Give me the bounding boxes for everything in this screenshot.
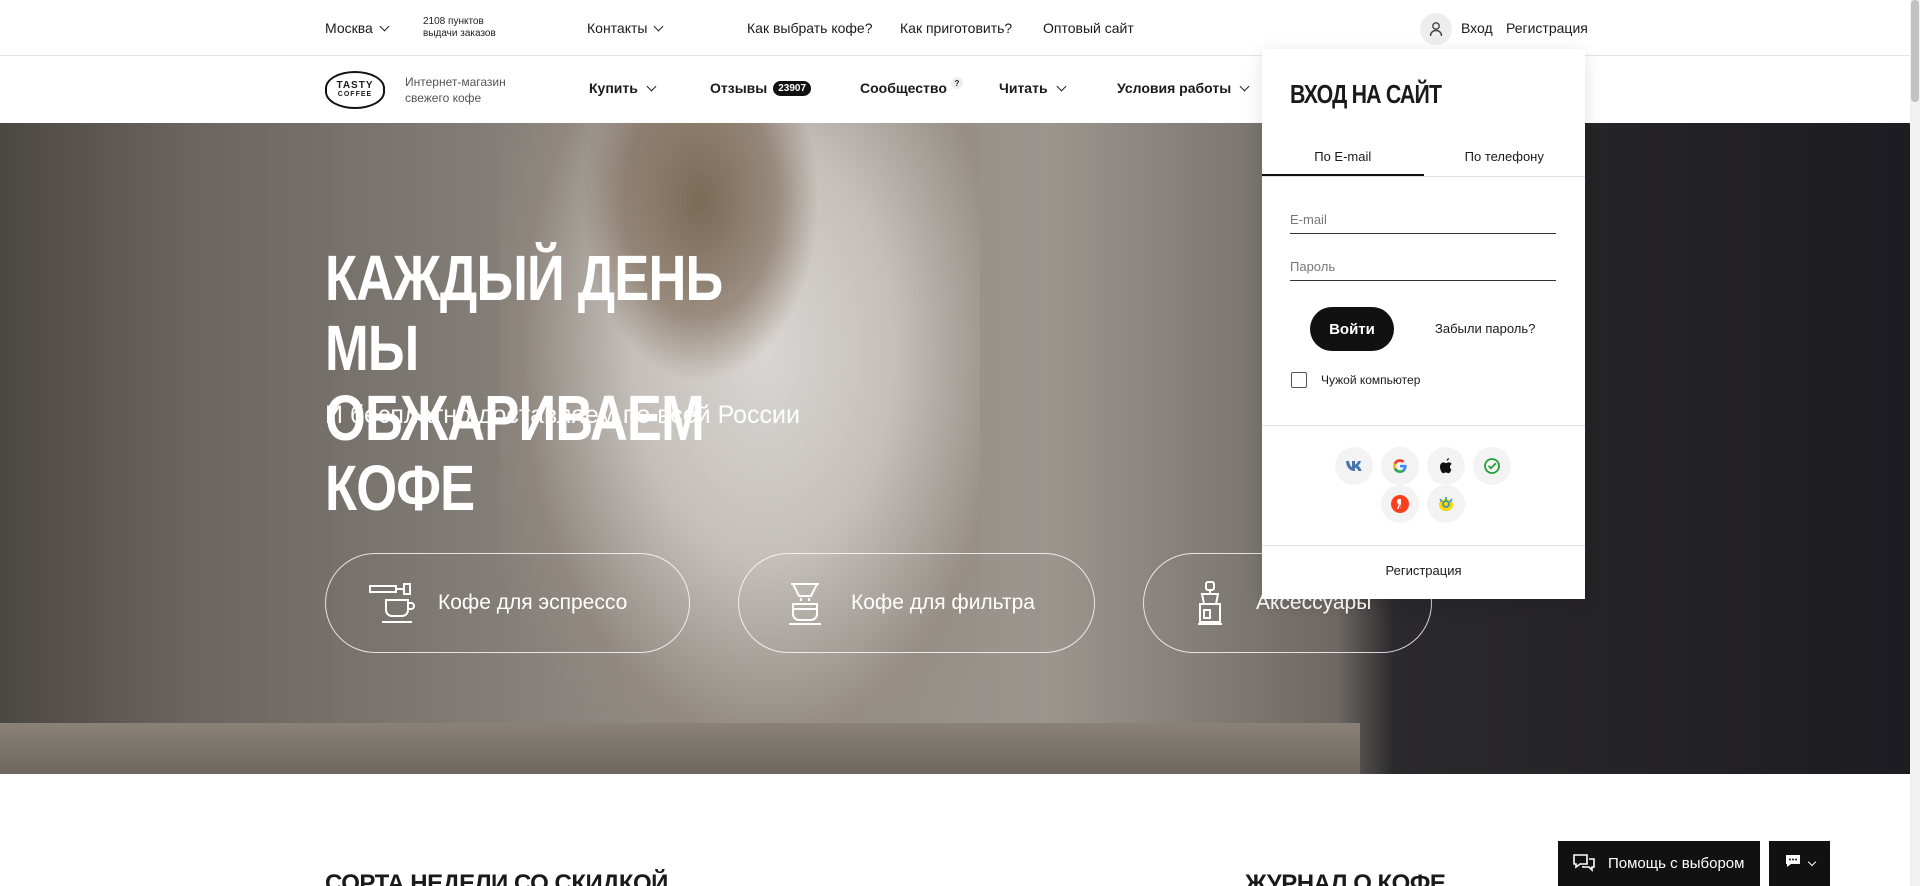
vk-icon[interactable] xyxy=(1335,447,1373,485)
category-filter-label: Кофе для фильтра xyxy=(851,591,1035,614)
top-bar: Москва 2108 пунктов выдачи заказов Конта… xyxy=(0,0,1910,56)
scrollbar-thumb[interactable] xyxy=(1911,0,1919,102)
apple-icon[interactable] xyxy=(1427,447,1465,485)
how-to-brew-link[interactable]: Как приготовить? xyxy=(900,20,1012,36)
pickup-points-info[interactable]: 2108 пунктов выдачи заказов xyxy=(423,16,513,40)
nav-terms[interactable]: Условия работы xyxy=(1117,80,1250,96)
nav-terms-label: Условия работы xyxy=(1117,80,1232,96)
tagline: Интернет-магазин свежего кофе xyxy=(405,75,506,105)
login-popup-title: ВХОД НА САЙТ xyxy=(1290,79,1442,109)
chevron-down-icon xyxy=(646,81,657,91)
password-field[interactable] xyxy=(1290,253,1556,281)
pickup-count: 2108 пунктов xyxy=(423,16,484,27)
hero-subtitle: И бесплатно доставляем по всей России xyxy=(325,401,800,429)
hero-photo-table xyxy=(0,723,1360,774)
category-espresso-label: Кофе для эспрессо xyxy=(438,591,628,614)
login-method-tabs: По E-mail По телефону xyxy=(1262,139,1585,177)
chevron-down-icon xyxy=(1056,81,1067,91)
google-icon[interactable] xyxy=(1381,447,1419,485)
pickup-label: выдачи заказов xyxy=(423,28,496,39)
city-selector[interactable]: Москва xyxy=(325,20,390,36)
main-nav: TASTY COFFEE Интернет-магазин свежего ко… xyxy=(0,57,1910,123)
nav-buy-label: Купить xyxy=(589,80,638,96)
login-popup: ВХОД НА САЙТ По E-mail По телефону Войти… xyxy=(1262,49,1585,599)
popup-register-link[interactable]: Регистрация xyxy=(1262,563,1585,578)
email-field[interactable] xyxy=(1290,206,1556,234)
user-icon[interactable] xyxy=(1420,13,1452,45)
chat-bubbles-icon xyxy=(1572,852,1596,876)
category-filter-button[interactable]: Кофе для фильтра xyxy=(738,553,1095,653)
logo-text-top: TASTY xyxy=(336,80,374,91)
wholesale-link[interactable]: Оптовый сайт xyxy=(1043,20,1134,36)
login-submit-button[interactable]: Войти xyxy=(1310,307,1394,351)
grinder-icon xyxy=(1186,580,1234,626)
register-link[interactable]: Регистрация xyxy=(1506,20,1588,36)
login-link[interactable]: Вход xyxy=(1461,20,1493,36)
category-espresso-button[interactable]: Кофе для эспрессо xyxy=(325,553,690,653)
help-choose-label: Помощь с выбором xyxy=(1608,855,1745,872)
contacts-menu[interactable]: Контакты xyxy=(587,20,664,36)
divider xyxy=(1262,425,1585,426)
hero-banner: КАЖДЫЙ ДЕНЬ МЫ ОБЖАРИВАЕМ КОФЕ И бесплат… xyxy=(0,123,1910,774)
chevron-down-icon xyxy=(654,21,664,31)
nav-reviews[interactable]: Отзывы 23907 xyxy=(710,80,812,96)
reviews-count-badge: 23907 xyxy=(773,80,812,96)
espresso-machine-icon xyxy=(368,580,416,626)
coffee-journal-heading: ЖУРНАЛ О КОФЕ xyxy=(1245,870,1446,886)
chevron-down-icon xyxy=(1239,81,1250,91)
how-to-choose-link[interactable]: Как выбрать кофе? xyxy=(747,20,873,36)
question-icon: ? xyxy=(950,77,963,89)
help-choose-button[interactable]: Помощь с выбором xyxy=(1558,841,1760,886)
foreign-computer-checkbox[interactable] xyxy=(1291,372,1307,388)
foreign-computer-label: Чужой компьютер xyxy=(1321,373,1421,387)
nav-buy[interactable]: Купить xyxy=(589,80,657,96)
sber-id-icon[interactable] xyxy=(1473,447,1511,485)
contacts-label: Контакты xyxy=(587,20,648,36)
chevron-down-icon xyxy=(379,21,390,31)
tab-phone[interactable]: По телефону xyxy=(1424,139,1586,176)
hero-title: КАЖДЫЙ ДЕНЬ МЫ ОБЖАРИВАЕМ КОФЕ xyxy=(325,243,784,523)
chat-widget-button[interactable] xyxy=(1769,841,1830,886)
hero-title-line-1: КАЖДЫЙ ДЕНЬ МЫ xyxy=(325,242,723,384)
nav-read[interactable]: Читать xyxy=(999,80,1067,96)
divider xyxy=(1262,545,1585,546)
nav-read-label: Читать xyxy=(999,80,1048,96)
chevron-down-icon xyxy=(1807,857,1816,866)
forgot-password-link[interactable]: Забыли пароль? xyxy=(1435,321,1535,336)
logo-text-bottom: COFFEE xyxy=(337,91,373,98)
logo[interactable]: TASTY COFFEE xyxy=(325,71,385,109)
filter-dripper-icon xyxy=(781,580,829,626)
tab-email[interactable]: По E-mail xyxy=(1262,139,1424,176)
weekly-deals-heading: СОРТА НЕДЕЛИ СО СКИДКОЙ xyxy=(325,870,668,886)
nav-community[interactable]: Сообщество ? xyxy=(860,77,963,96)
nav-community-label: Сообщество xyxy=(860,80,947,96)
city-label: Москва xyxy=(325,20,373,36)
scrollbar-track[interactable] xyxy=(1910,0,1920,886)
chat-icon xyxy=(1785,854,1801,873)
nav-reviews-label: Отзывы xyxy=(710,80,768,96)
yandex-icon[interactable] xyxy=(1381,485,1419,523)
mailru-icon[interactable] xyxy=(1427,485,1465,523)
